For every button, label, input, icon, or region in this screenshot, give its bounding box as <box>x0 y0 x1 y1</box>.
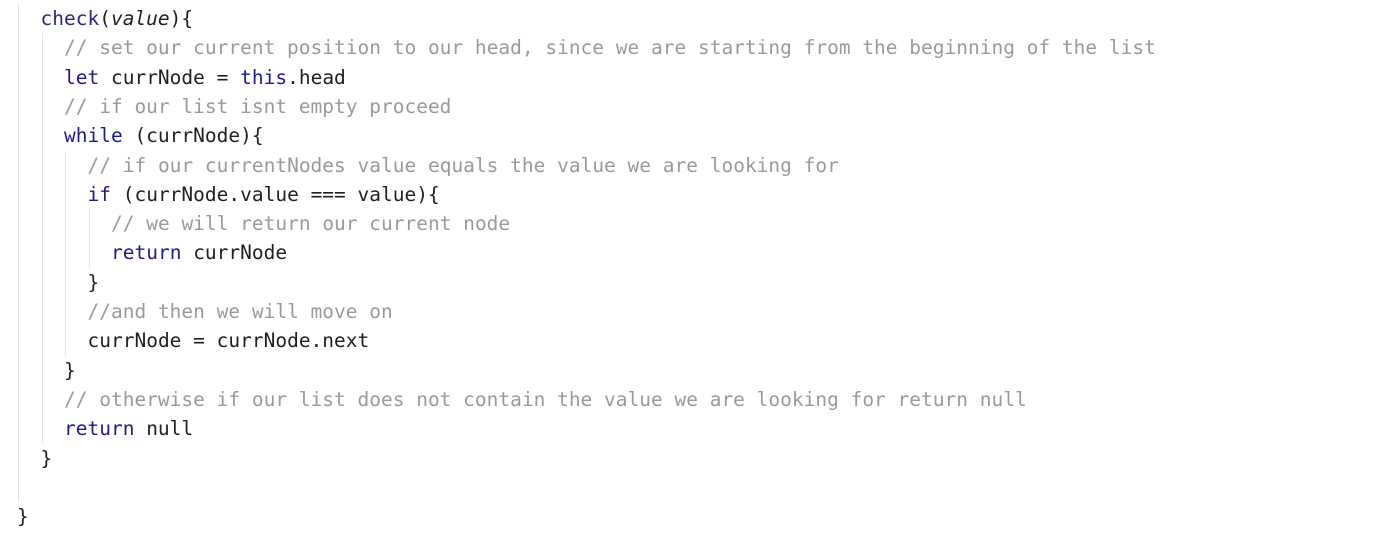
code-line[interactable]: //and then we will move on <box>88 297 393 326</box>
code-token-param: value <box>110 7 170 30</box>
indent-guide <box>18 4 19 503</box>
code-line[interactable]: } <box>88 268 100 297</box>
code-token-comment: // set our current position to our head,… <box>64 36 1156 60</box>
code-token-plain: .head <box>287 65 346 89</box>
code-line[interactable]: let currNode = this.head <box>64 63 346 92</box>
code-token-kw: let <box>64 65 100 89</box>
code-line[interactable]: } <box>17 502 29 531</box>
code-token-comment: // if our currentNodes value equals the … <box>87 153 839 177</box>
code-token-plain: currNode = <box>99 65 241 89</box>
code-line[interactable]: check(value){ <box>41 4 194 33</box>
code-token-kw: if <box>87 182 111 206</box>
code-editor[interactable]: check(value){ // set our current position… <box>0 0 1400 557</box>
indent-guide <box>88 209 90 268</box>
code-token-plain: ){ <box>169 7 194 30</box>
code-line[interactable]: currNode = currNode.next <box>88 326 370 355</box>
code-token-plain: } <box>64 358 76 382</box>
code-token-fn: check <box>40 7 100 30</box>
code-token-plain: currNode <box>181 241 288 265</box>
code-line[interactable]: // we will return our current node <box>111 209 510 238</box>
code-line[interactable]: while (currNode){ <box>64 121 264 150</box>
code-line[interactable]: if (currNode.value === value){ <box>88 180 440 209</box>
code-token-plain: (currNode.value === value){ <box>110 182 440 206</box>
code-token-plain: null <box>134 417 194 441</box>
code-line[interactable]: } <box>41 444 53 473</box>
code-token-comment: // if our list isnt empty proceed <box>64 94 452 118</box>
code-line[interactable]: return currNode <box>111 238 287 267</box>
indent-guide <box>41 33 43 444</box>
code-line[interactable]: // if our list isnt empty proceed <box>64 92 451 121</box>
code-token-plain: } <box>17 505 29 529</box>
code-token-plain: currNode = currNode.next <box>87 329 370 353</box>
code-token-plain: } <box>87 270 100 294</box>
indent-guide <box>65 150 66 356</box>
code-line[interactable]: // if our currentNodes value equals the … <box>88 151 839 180</box>
code-token-comment: // we will return our current node <box>111 212 511 236</box>
code-line[interactable]: // otherwise if our list does not contai… <box>64 385 1027 414</box>
code-token-comment: // otherwise if our list does not contai… <box>64 387 1027 411</box>
code-line[interactable]: return null <box>64 414 193 443</box>
code-token-plain: ( <box>99 7 111 30</box>
code-token-plain: } <box>40 446 53 470</box>
code-line[interactable]: } <box>64 356 76 385</box>
code-token-kw: while <box>64 124 123 148</box>
code-line[interactable]: // set our current position to our head,… <box>64 33 1156 62</box>
code-token-plain: (currNode){ <box>122 124 264 148</box>
code-token-kw: return <box>111 241 182 265</box>
code-token-kw: this <box>240 65 288 89</box>
code-token-kw: return <box>64 417 135 441</box>
code-token-comment: //and then we will move on <box>87 300 393 323</box>
